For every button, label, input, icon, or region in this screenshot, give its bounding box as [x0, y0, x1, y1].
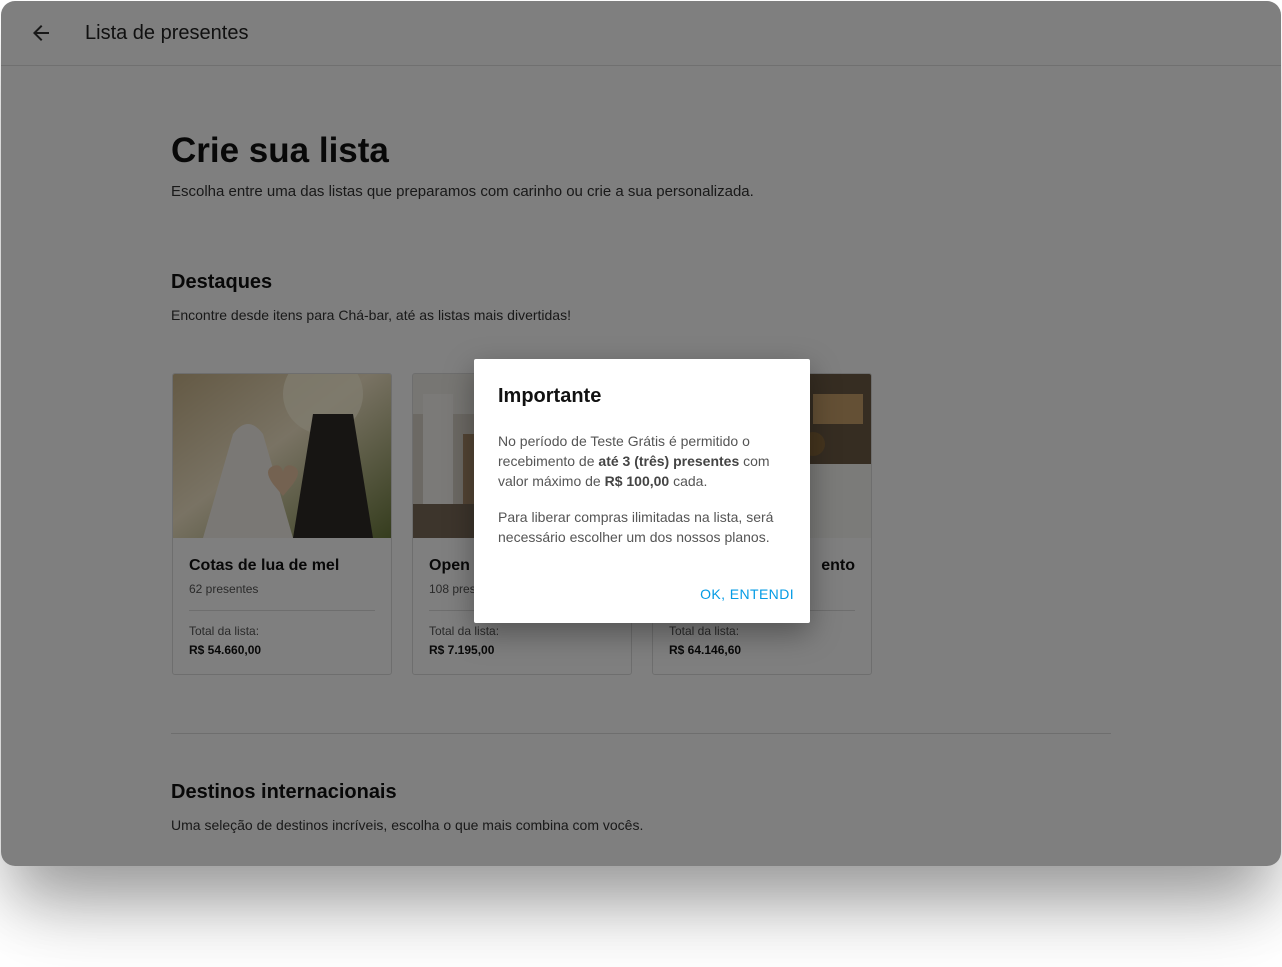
dialog-body: No período de Teste Grátis é permitido o…	[498, 431, 790, 563]
dialog-bold-gift-limit: até 3 (três) presentes	[598, 453, 740, 469]
dialog-paragraph-plans: Para liberar compras ilimitadas na lista…	[498, 509, 774, 545]
app-window: Lista de presentes Crie sua lista Escolh…	[1, 1, 1281, 866]
dialog-text: cada.	[669, 473, 708, 489]
dialog-bold-max-value: R$ 100,00	[604, 473, 670, 489]
important-dialog: Importante No período de Teste Grátis é …	[474, 359, 810, 623]
dialog-paragraph-limits: No período de Teste Grátis é permitido o…	[498, 431, 790, 491]
ok-button[interactable]: OK, ENTENDI	[700, 586, 794, 602]
dialog-title: Importante	[498, 385, 602, 407]
